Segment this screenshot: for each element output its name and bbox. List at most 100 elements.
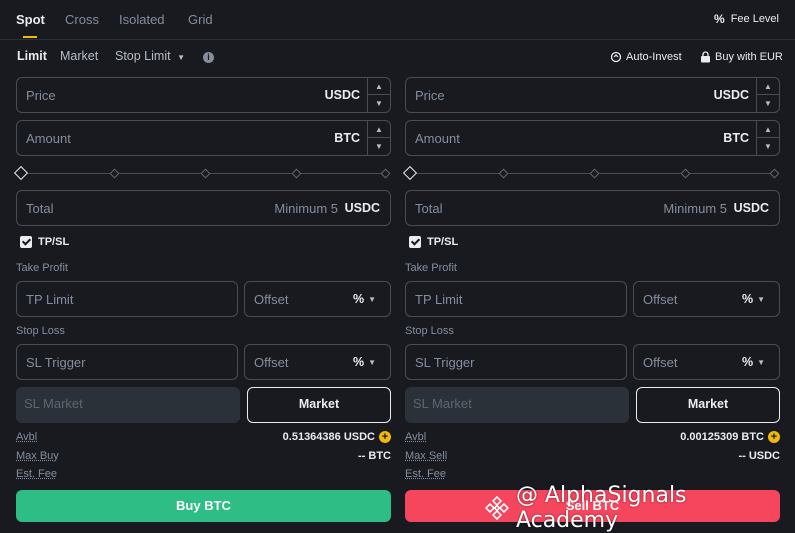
avbl-value: 0.00125309 BTC: [680, 431, 764, 443]
sell-max-row: Max Sell -- USDC: [405, 450, 780, 464]
offset-unit: %: [741, 292, 754, 306]
sell-amount-slider[interactable]: [402, 165, 780, 181]
slider-mark-50[interactable]: [200, 168, 211, 179]
sell-amount-input[interactable]: Amount BTC ▲ ▼: [405, 120, 780, 156]
tpsl-label: TP/SL: [427, 236, 459, 248]
max-sell-value: -- USDC: [738, 450, 780, 462]
take-profit-label: Take Profit: [16, 262, 68, 274]
buy-avbl-row: Avbl 0.51364386 USDC +: [16, 431, 391, 445]
offset-unit-select[interactable]: % ▼: [742, 355, 765, 369]
caret-down-icon: ▼: [757, 295, 765, 304]
buy-price-input[interactable]: Price USDC ▲ ▼: [16, 77, 391, 113]
offset-unit-select[interactable]: % ▼: [353, 292, 376, 306]
price-label: Price: [415, 88, 445, 103]
buy-tp-limit-input[interactable]: TP Limit: [16, 281, 238, 317]
offset-unit-select[interactable]: % ▼: [742, 292, 765, 306]
total-label: Total: [415, 201, 443, 216]
decrement-icon[interactable]: ▼: [368, 95, 390, 112]
est-fee-label[interactable]: Est. Fee: [16, 468, 57, 480]
avbl-label[interactable]: Avbl: [16, 431, 37, 443]
buy-market-button[interactable]: Market: [247, 387, 391, 423]
sl-trigger-label: SL Trigger: [415, 355, 475, 370]
buy-amount-input[interactable]: Amount BTC ▲ ▼: [16, 120, 391, 156]
decrement-icon[interactable]: ▼: [757, 95, 779, 112]
amount-label: Amount: [26, 131, 71, 146]
offset-label: Offset: [254, 355, 289, 370]
buy-fee-row: Est. Fee: [16, 468, 391, 482]
slider-handle[interactable]: [402, 165, 418, 181]
checkbox-checked-icon[interactable]: [20, 236, 32, 248]
slider-mark-100[interactable]: [769, 168, 780, 179]
sl-market-label: SL Market: [413, 396, 472, 411]
sell-sl-trigger-input[interactable]: SL Trigger: [405, 344, 627, 380]
tp-limit-label: TP Limit: [415, 292, 463, 307]
amount-stepper: ▲ ▼: [756, 121, 779, 155]
offset-unit: %: [741, 355, 754, 369]
sl-market-label: SL Market: [24, 396, 83, 411]
buy-tp-offset-input[interactable]: Offset % ▼: [244, 281, 391, 317]
slider-mark-75[interactable]: [291, 168, 302, 179]
slider-mark-25[interactable]: [109, 168, 120, 179]
buy-sl-offset-input[interactable]: Offset % ▼: [244, 344, 391, 380]
tpsl-label: TP/SL: [38, 236, 70, 248]
add-funds-icon[interactable]: +: [379, 431, 391, 443]
sell-total-input[interactable]: Total Minimum 5 USDC: [405, 190, 780, 226]
total-unit: USDC: [344, 201, 380, 215]
offset-unit: %: [352, 292, 365, 306]
increment-icon[interactable]: ▲: [757, 121, 779, 138]
avbl-value-group: 0.00125309 BTC +: [680, 431, 780, 443]
increment-icon[interactable]: ▲: [368, 121, 390, 138]
max-buy-label[interactable]: Max Buy: [16, 450, 59, 462]
sl-trigger-label: SL Trigger: [26, 355, 86, 370]
caret-down-icon: ▼: [368, 358, 376, 367]
tp-limit-label: TP Limit: [26, 292, 74, 307]
price-unit: USDC: [713, 88, 749, 102]
buy-panel: Price USDC ▲ ▼ Amount BTC ▲ ▼ Total Mini…: [13, 0, 391, 533]
increment-icon[interactable]: ▲: [757, 78, 779, 95]
amount-stepper: ▲ ▼: [367, 121, 390, 155]
caret-down-icon: ▼: [757, 358, 765, 367]
price-stepper: ▲ ▼: [367, 78, 390, 112]
stop-loss-label: Stop Loss: [16, 325, 65, 337]
total-unit: USDC: [733, 201, 769, 215]
sell-tp-offset-input[interactable]: Offset % ▼: [633, 281, 780, 317]
caret-down-icon: ▼: [368, 295, 376, 304]
increment-icon[interactable]: ▲: [368, 78, 390, 95]
buy-btc-button[interactable]: Buy BTC: [16, 490, 391, 522]
buy-sl-trigger-input[interactable]: SL Trigger: [16, 344, 238, 380]
stop-loss-label: Stop Loss: [405, 325, 454, 337]
buy-max-row: Max Buy -- BTC: [16, 450, 391, 464]
checkbox-checked-icon[interactable]: [409, 236, 421, 248]
binance-logo-icon: [484, 495, 510, 521]
decrement-icon[interactable]: ▼: [757, 138, 779, 155]
buy-amount-slider[interactable]: [13, 165, 391, 181]
sell-tp-limit-input[interactable]: TP Limit: [405, 281, 627, 317]
sell-avbl-row: Avbl 0.00125309 BTC +: [405, 431, 780, 445]
amount-label: Amount: [415, 131, 460, 146]
offset-label: Offset: [643, 355, 678, 370]
offset-unit-select[interactable]: % ▼: [353, 355, 376, 369]
slider-mark-25[interactable]: [498, 168, 509, 179]
offset-label: Offset: [254, 292, 289, 307]
amount-unit: BTC: [334, 131, 360, 145]
slider-mark-75[interactable]: [680, 168, 691, 179]
sell-market-button[interactable]: Market: [636, 387, 780, 423]
avbl-label[interactable]: Avbl: [405, 431, 426, 443]
est-fee-label[interactable]: Est. Fee: [405, 468, 446, 480]
buy-sl-market-input[interactable]: SL Market: [16, 387, 240, 423]
buy-tpsl-toggle[interactable]: TP/SL: [20, 236, 69, 248]
buy-total-input[interactable]: Total Minimum 5 USDC: [16, 190, 391, 226]
avbl-value-group: 0.51364386 USDC +: [283, 431, 391, 443]
decrement-icon[interactable]: ▼: [368, 138, 390, 155]
watermark: @ AlphaSignals Academy: [484, 483, 795, 533]
offset-label: Offset: [643, 292, 678, 307]
max-sell-label[interactable]: Max Sell: [405, 450, 447, 462]
sell-tpsl-toggle[interactable]: TP/SL: [409, 236, 458, 248]
sell-sl-offset-input[interactable]: Offset % ▼: [633, 344, 780, 380]
sell-sl-market-input[interactable]: SL Market: [405, 387, 629, 423]
add-funds-icon[interactable]: +: [768, 431, 780, 443]
slider-mark-100[interactable]: [380, 168, 391, 179]
slider-handle[interactable]: [13, 165, 29, 181]
sell-price-input[interactable]: Price USDC ▲ ▼: [405, 77, 780, 113]
slider-mark-50[interactable]: [589, 168, 600, 179]
